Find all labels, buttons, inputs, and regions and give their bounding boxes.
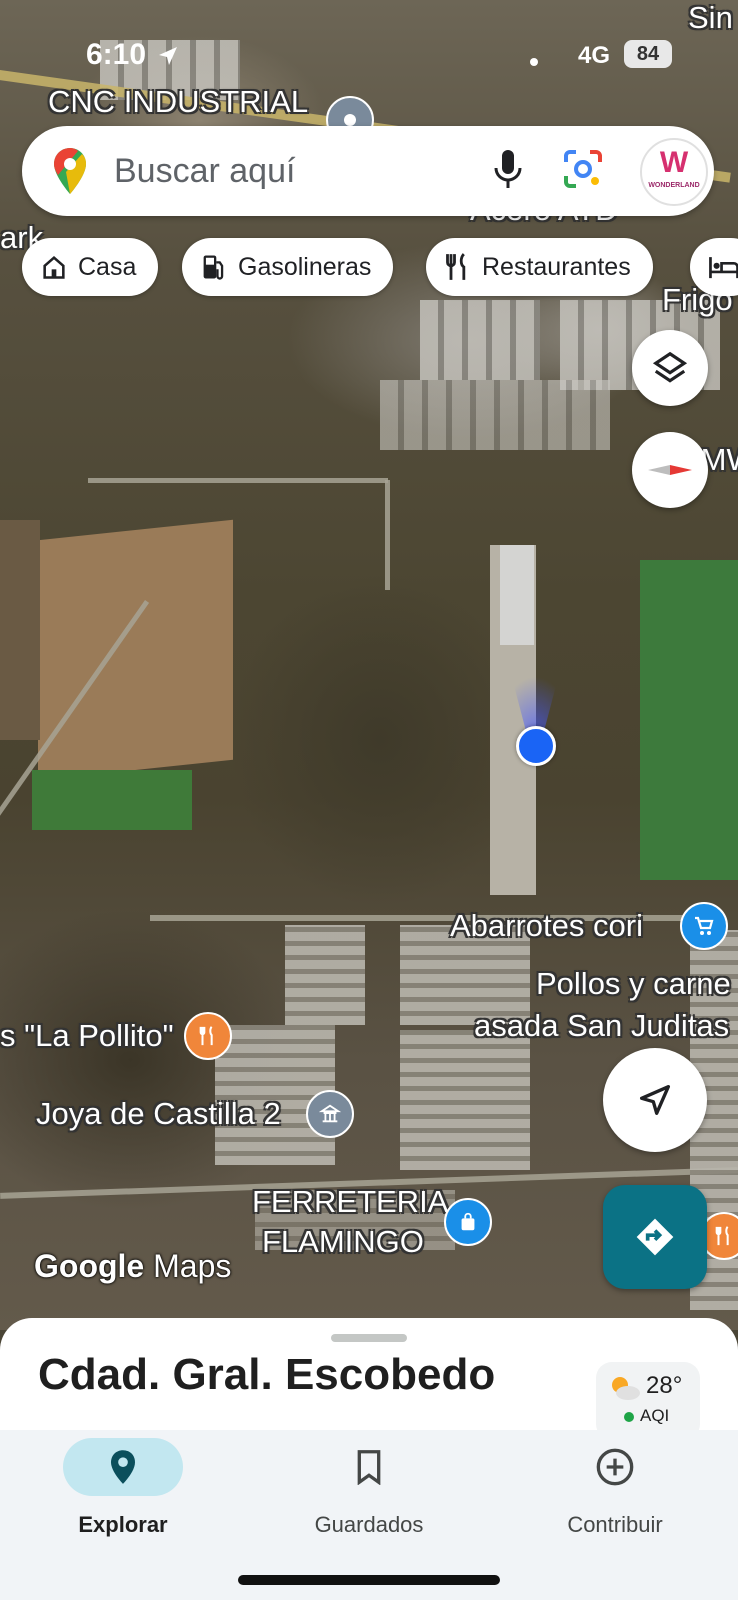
google-maps-logo: Google Maps [34,1248,232,1284]
location-arrow-icon [159,47,177,65]
partly-cloudy-icon [612,1377,640,1400]
map-label-pollos-2[interactable]: asada San Juditas [474,1008,729,1044]
navigation-arrow-icon [640,1085,670,1115]
search-input[interactable]: Buscar aquí [114,152,295,191]
compass-icon [648,465,692,475]
my-location-button[interactable] [603,1048,707,1152]
map-label-abarrotes[interactable]: Abarrotes cori [450,908,643,944]
network-type: 4G [578,42,611,69]
chip-restaurantes[interactable]: Restaurantes [426,238,653,296]
place-sheet[interactable]: Cdad. Gral. Escobedo 28° AQI [0,1318,738,1438]
bookmark-icon [357,1450,381,1485]
nav-explorar-icon-wrap [63,1438,183,1496]
gas-station-icon [203,255,224,280]
restaurant-icon[interactable] [184,1012,232,1060]
google-lens-icon[interactable] [562,148,604,190]
nav-label: Explorar [78,1512,168,1537]
restaurant-icon [446,253,466,280]
explore-pin-icon [111,1450,135,1484]
microphone-icon[interactable] [492,148,524,192]
home-indicator[interactable] [238,1575,500,1585]
avatar-brand: WONDERLAND [648,182,700,189]
shopping-cart-icon[interactable] [680,902,728,950]
battery-indicator: 84 [624,40,672,68]
profile-avatar[interactable]: W WONDERLAND [640,138,708,206]
housing-block [400,1030,530,1170]
shopping-bag-icon[interactable] [444,1198,492,1246]
crop-field [500,545,534,645]
map-label-ferreteria-1[interactable]: FERRETERIA [252,1184,448,1220]
chip-gasolineras[interactable]: Gasolineras [182,238,394,296]
nav-label: Contribuir [567,1512,663,1537]
directions-icon [636,1218,674,1256]
hotel-icon [709,257,738,279]
place-name: Cdad. Gral. Escobedo [38,1350,496,1399]
crop-field [0,520,40,740]
layers-icon [652,351,688,383]
industrial-area [380,380,610,450]
chip-casa[interactable]: Casa [22,238,159,296]
search-bar[interactable]: Buscar aquí W WONDERLAND [22,126,714,216]
chip-label: Restaurantes [482,252,631,281]
sheet-drag-handle[interactable] [331,1334,407,1342]
housing-block [285,925,365,1025]
chip-label: Casa [78,252,137,281]
temperature: 28° [646,1372,683,1399]
bottom-navigation: Explorar Guardados Contribuir [0,1430,738,1600]
nav-label: Guardados [314,1512,424,1537]
crop-field [38,519,233,781]
compass-button[interactable] [632,432,708,508]
crop-field [32,770,192,830]
add-circle-icon [596,1448,634,1486]
map-label-ferreteria-2[interactable]: FLAMINGO [262,1224,424,1260]
industrial-area [420,300,540,380]
current-location-dot [516,726,556,766]
nav-guardados[interactable]: Guardados [269,1438,469,1538]
home-icon [43,255,65,279]
map-label-joya[interactable]: Joya de Castilla 2 [36,1096,281,1132]
layers-button[interactable] [632,330,708,406]
google-maps-pin-icon [54,148,86,194]
road [88,478,388,483]
clock: 6:10 [86,38,147,71]
landmark-icon[interactable] [306,1090,354,1138]
signal-icon [530,58,538,66]
aqi-status-dot [624,1412,634,1422]
chip-label: Gasolineras [238,252,372,281]
nav-explorar[interactable]: Explorar [23,1438,223,1538]
weather-widget[interactable]: 28° AQI [596,1362,700,1438]
map-label-pollito[interactable]: s "La Pollito" [0,1018,174,1054]
road [385,480,390,590]
crop-field [640,560,738,880]
aqi-label: AQI [640,1406,670,1425]
status-bar: 6:10 4G 84 [0,0,738,100]
nav-guardados-icon-wrap [309,1438,429,1496]
map-label-pollos-1[interactable]: Pollos y carne [536,966,731,1002]
directions-button[interactable] [603,1185,707,1289]
avatar-logo-letter: W [659,146,689,179]
nav-contribuir[interactable]: Contribuir [515,1438,715,1538]
nav-contribuir-icon-wrap [555,1438,675,1496]
